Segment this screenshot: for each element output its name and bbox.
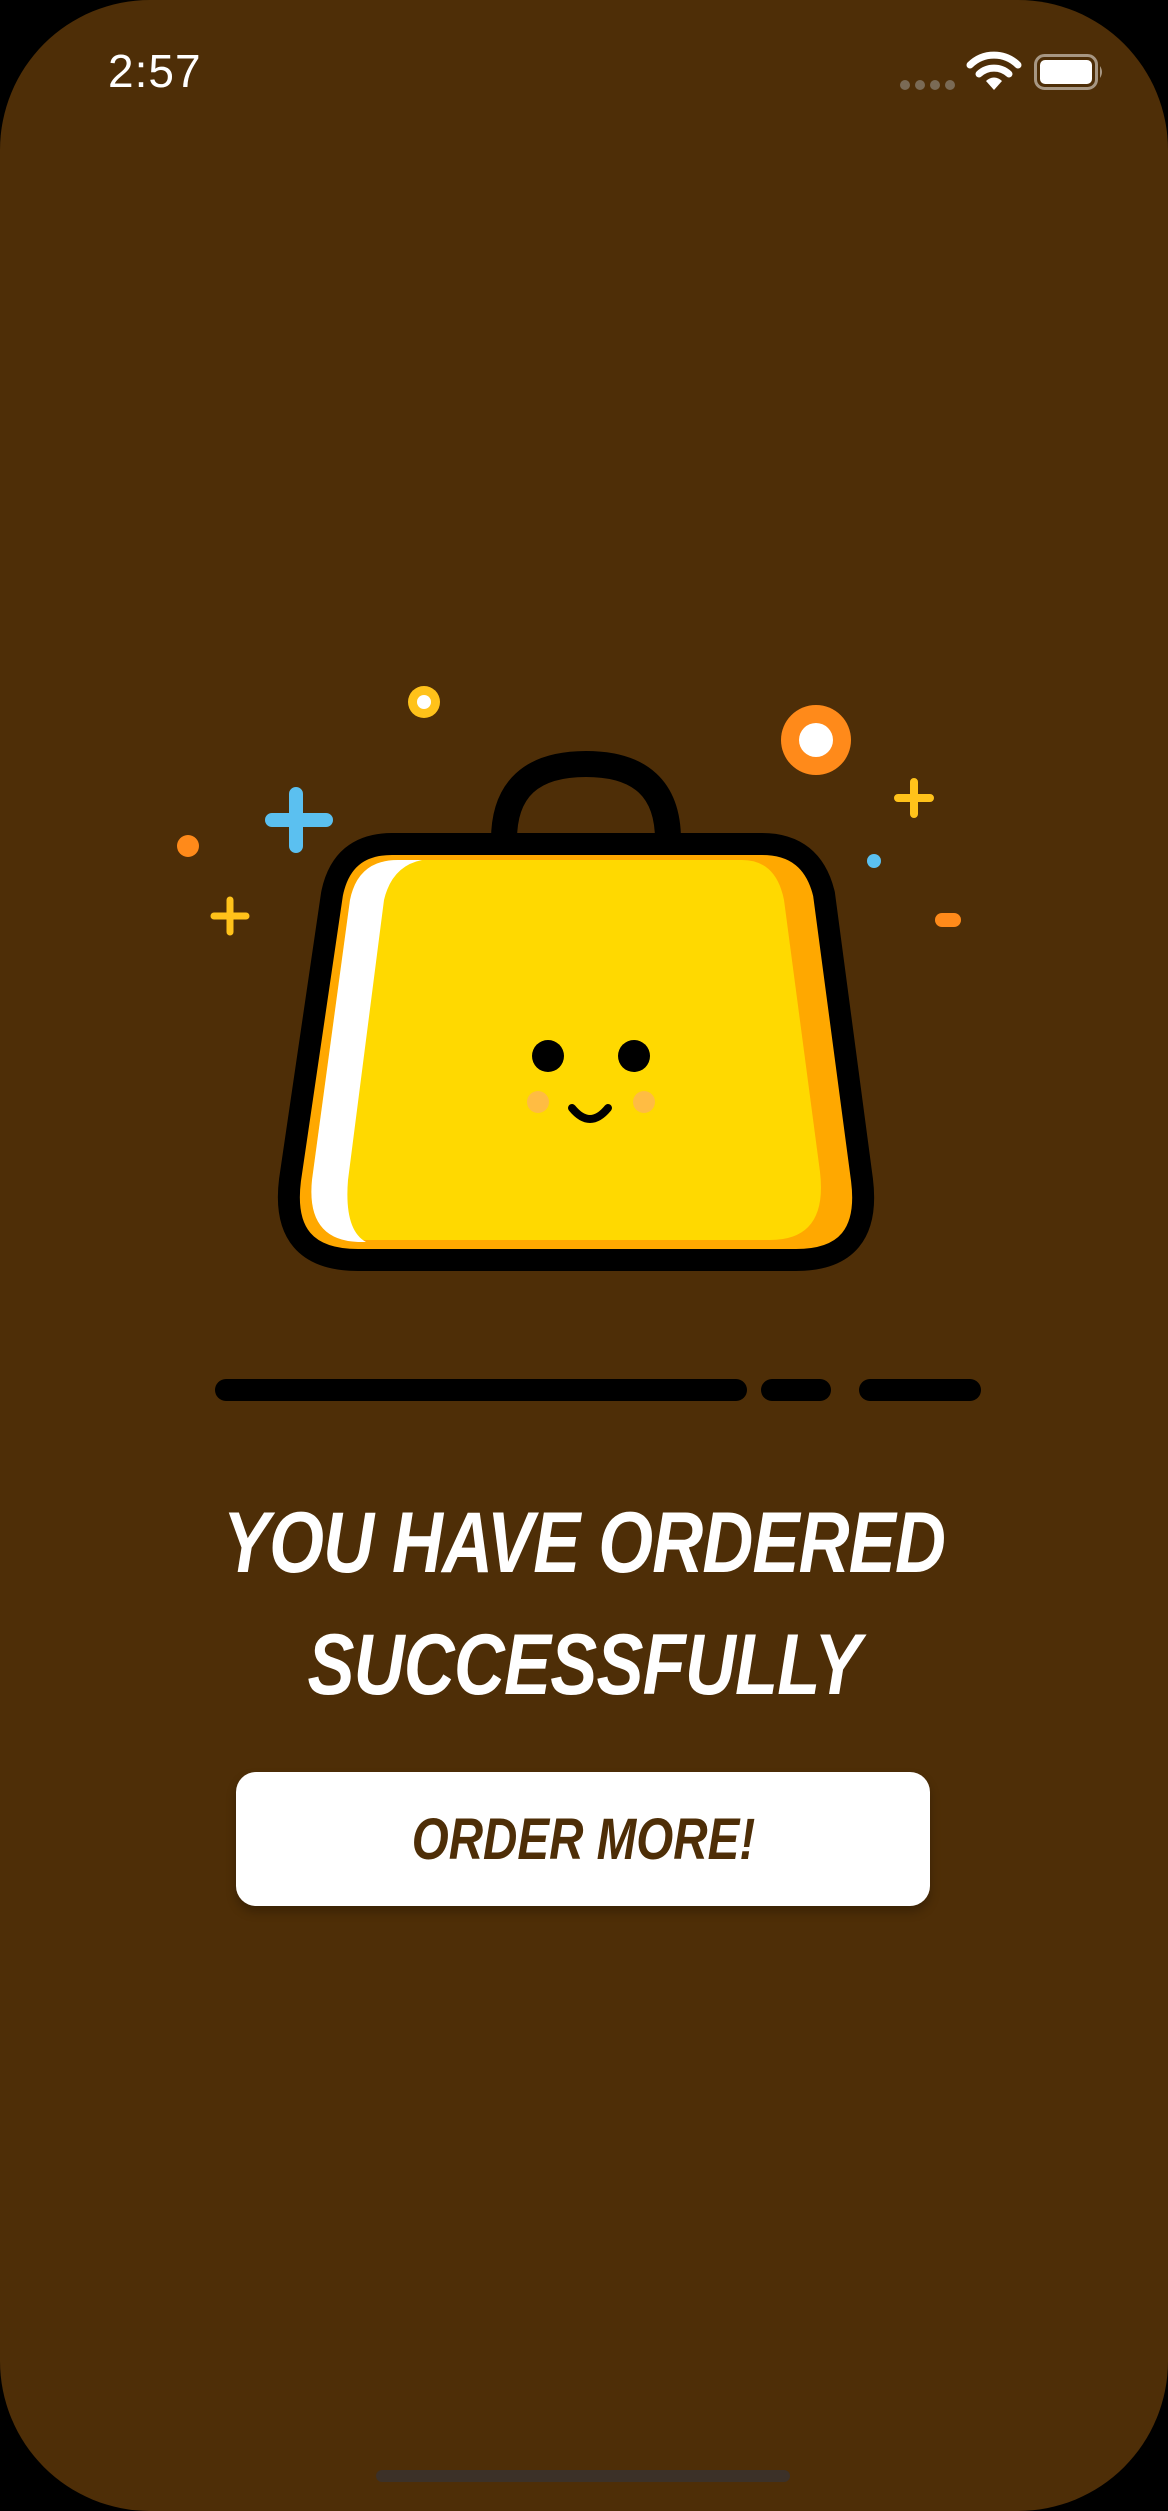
success-message-line2: SUCCESSFULLY: [307, 1617, 861, 1713]
order-more-button[interactable]: ORDER MORE!: [236, 1772, 930, 1906]
battery-icon: [1034, 54, 1102, 90]
success-message-line1: YOU HAVE ORDERED: [222, 1495, 946, 1591]
order-success-screen: 2:57 YOU HAVE ORDERED SUCCESSFULLY ORDER…: [0, 0, 1168, 2511]
wifi-icon: [966, 51, 1022, 90]
cellular-signal-icon: [900, 80, 956, 90]
status-time: 2:57: [108, 45, 202, 97]
happy-shopping-bag-icon: [177, 686, 981, 1401]
order-more-button-label: ORDER MORE!: [411, 1806, 755, 1872]
success-message: YOU HAVE ORDERED SUCCESSFULLY: [105, 1482, 1063, 1726]
home-indicator[interactable]: [376, 2470, 790, 2482]
